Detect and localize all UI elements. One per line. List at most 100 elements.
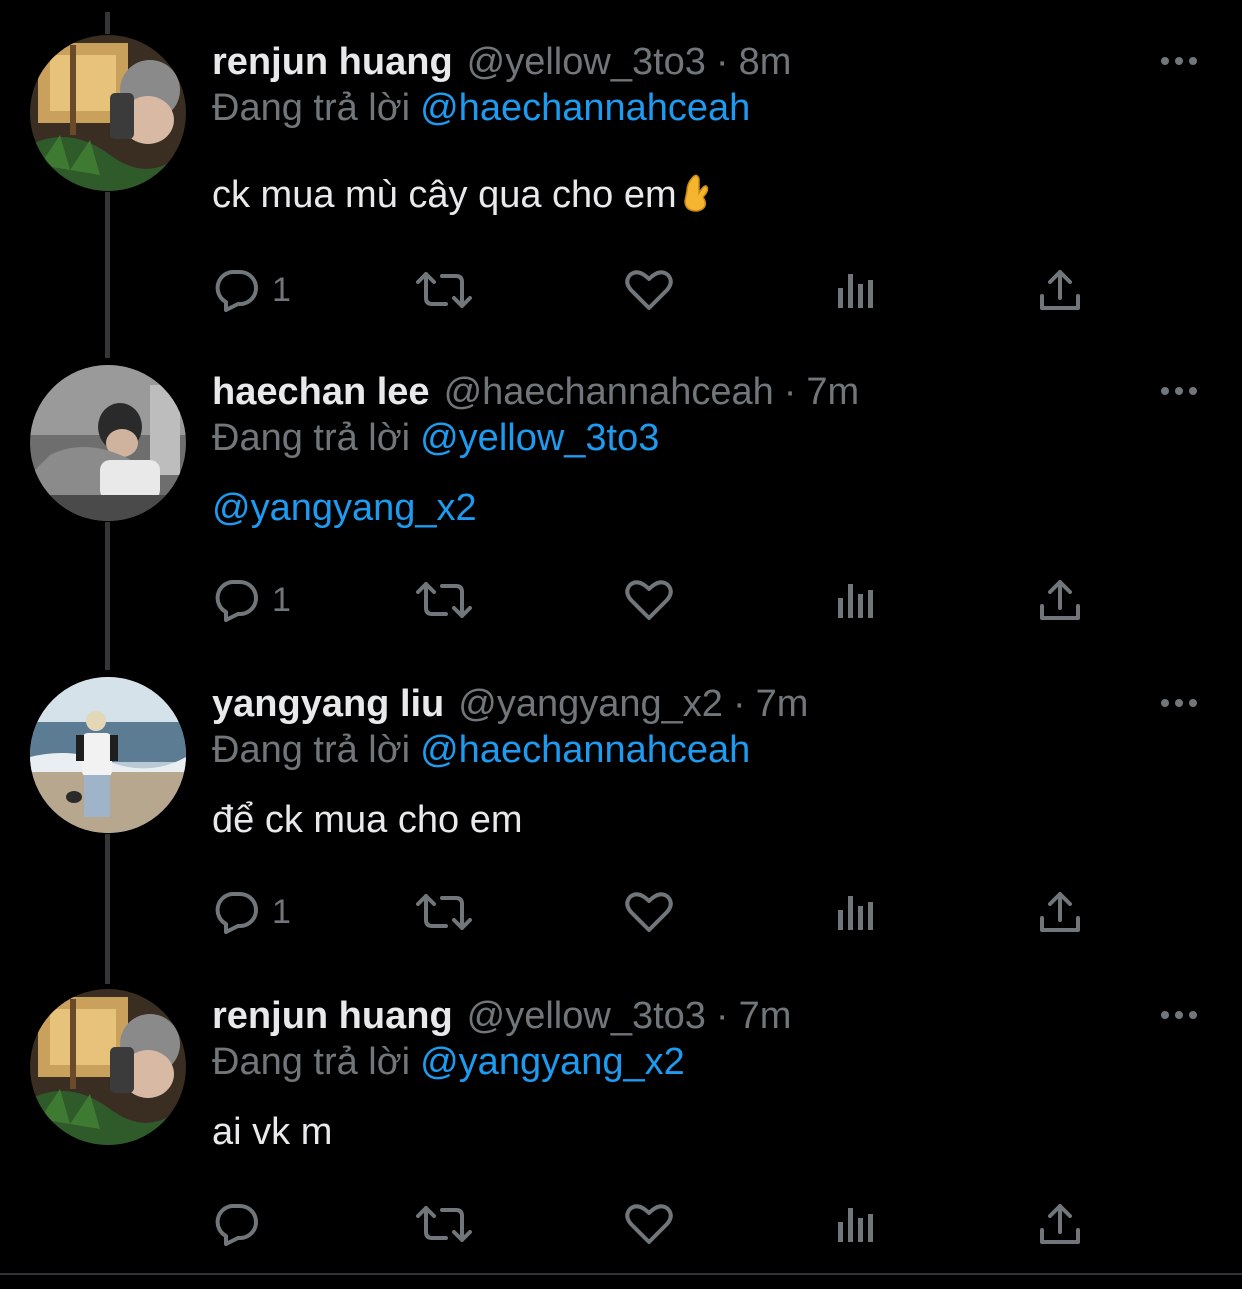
crossed-fingers-emoji (679, 173, 713, 223)
like-icon (624, 1202, 674, 1246)
like-button[interactable] (624, 265, 674, 315)
replying-to: Đang trả lời @yellow_3to3 (212, 417, 659, 460)
tweet-text: để ck mua cho em (212, 799, 522, 842)
tweet[interactable]: haechan lee @haechannahceah · 7m Đang tr… (0, 365, 1242, 665)
timestamp[interactable]: 8m (739, 41, 792, 84)
tweet-header: renjun huang @yellow_3to3 · 7m (212, 989, 791, 1043)
tweet-header: renjun huang @yellow_3to3 · 8m (212, 35, 791, 89)
replying-to: Đang trả lời @haechannahceah (212, 729, 750, 772)
reply-icon (212, 578, 260, 622)
more-icon[interactable] (1158, 49, 1200, 73)
replying-label: Đang trả lời (212, 1041, 411, 1083)
like-icon (624, 578, 674, 622)
views-icon (834, 1202, 878, 1246)
reply-button[interactable]: 1 (212, 887, 291, 937)
retweet-button[interactable] (414, 887, 474, 937)
share-icon (1038, 1202, 1082, 1246)
avatar[interactable] (30, 989, 186, 1145)
views-icon (834, 890, 878, 934)
timestamp[interactable]: 7m (806, 371, 859, 414)
tweet[interactable]: renjun huang @yellow_3to3 · 7m Đang trả … (0, 989, 1242, 1269)
display-name[interactable]: yangyang liu (212, 683, 444, 726)
more-icon[interactable] (1158, 379, 1200, 403)
retweet-button[interactable] (414, 265, 474, 315)
thread-line-top (105, 12, 110, 34)
replying-to: Đang trả lời @yangyang_x2 (212, 1041, 685, 1084)
reply-count: 1 (272, 892, 291, 931)
reply-icon (212, 1202, 260, 1246)
tweet-actions: 1 (212, 575, 1092, 625)
separator-dot: · (783, 370, 797, 413)
reply-button[interactable]: 1 (212, 575, 291, 625)
tweet[interactable]: yangyang liu @yangyang_x2 · 7m Đang trả … (0, 677, 1242, 977)
like-button[interactable] (624, 887, 674, 937)
tweet-actions: 1 (212, 265, 1092, 315)
timestamp[interactable]: 7m (756, 683, 809, 726)
views-button[interactable] (834, 887, 878, 937)
reply-count: 1 (272, 270, 291, 309)
reply-button[interactable]: 1 (212, 265, 291, 315)
tweet-header: haechan lee @haechannahceah · 7m (212, 365, 859, 419)
display-name[interactable]: haechan lee (212, 371, 430, 414)
like-icon (624, 890, 674, 934)
display-name[interactable]: renjun huang (212, 41, 453, 84)
retweet-icon (414, 1202, 474, 1246)
replying-label: Đang trả lời (212, 87, 411, 129)
tweet-header: yangyang liu @yangyang_x2 · 7m (212, 677, 808, 731)
share-button[interactable] (1038, 887, 1082, 937)
separator-dot: · (715, 40, 729, 83)
tweet[interactable]: renjun huang @yellow_3to3 · 8m Đang trả … (0, 35, 1242, 335)
retweet-button[interactable] (414, 1199, 474, 1249)
retweet-icon (414, 890, 474, 934)
user-handle[interactable]: @yellow_3to3 (467, 995, 706, 1038)
views-button[interactable] (834, 265, 878, 315)
tweet-actions (212, 1199, 1092, 1249)
tweet-text-content: để ck mua cho em (212, 799, 523, 841)
more-icon[interactable] (1158, 1003, 1200, 1027)
replying-mention[interactable]: @haechannahceah (420, 729, 750, 771)
avatar[interactable] (30, 365, 186, 521)
separator-dot: · (715, 994, 729, 1037)
share-button[interactable] (1038, 575, 1082, 625)
timestamp[interactable]: 7m (739, 995, 792, 1038)
replying-mention[interactable]: @yangyang_x2 (420, 1041, 685, 1083)
share-button[interactable] (1038, 265, 1082, 315)
views-icon (834, 578, 878, 622)
reply-count: 1 (272, 580, 291, 619)
tweet-text-content: ai vk m (212, 1111, 333, 1153)
user-handle[interactable]: @yellow_3to3 (467, 41, 706, 84)
display-name[interactable]: renjun huang (212, 995, 453, 1038)
share-icon (1038, 578, 1082, 622)
avatar[interactable] (30, 35, 186, 191)
separator-dot: · (732, 682, 746, 725)
retweet-icon (414, 268, 474, 312)
reply-icon (212, 268, 260, 312)
views-icon (834, 268, 878, 312)
replying-mention[interactable]: @yellow_3to3 (420, 417, 659, 459)
user-handle[interactable]: @yangyang_x2 (458, 683, 723, 726)
like-button[interactable] (624, 1199, 674, 1249)
tweet-text: ck mua mù cây qua cho em (212, 173, 713, 223)
retweet-button[interactable] (414, 575, 474, 625)
reply-button[interactable] (212, 1199, 260, 1249)
share-button[interactable] (1038, 1199, 1082, 1249)
tweet-mention[interactable]: @yangyang_x2 (212, 487, 477, 529)
tweet-text-content: ck mua mù cây qua cho em (212, 174, 677, 216)
replying-label: Đang trả lời (212, 417, 411, 459)
share-icon (1038, 268, 1082, 312)
reply-icon (212, 890, 260, 934)
views-button[interactable] (834, 1199, 878, 1249)
tweet-actions: 1 (212, 887, 1092, 937)
user-handle[interactable]: @haechannahceah (444, 371, 774, 414)
views-button[interactable] (834, 575, 878, 625)
replying-label: Đang trả lời (212, 729, 411, 771)
more-icon[interactable] (1158, 691, 1200, 715)
tweet-text: ai vk m (212, 1111, 332, 1154)
avatar[interactable] (30, 677, 186, 833)
share-icon (1038, 890, 1082, 934)
tweet-text: @yangyang_x2 (212, 487, 477, 530)
like-button[interactable] (624, 575, 674, 625)
divider (0, 1273, 1242, 1275)
replying-to: Đang trả lời @haechannahceah (212, 87, 750, 130)
replying-mention[interactable]: @haechannahceah (420, 87, 750, 129)
